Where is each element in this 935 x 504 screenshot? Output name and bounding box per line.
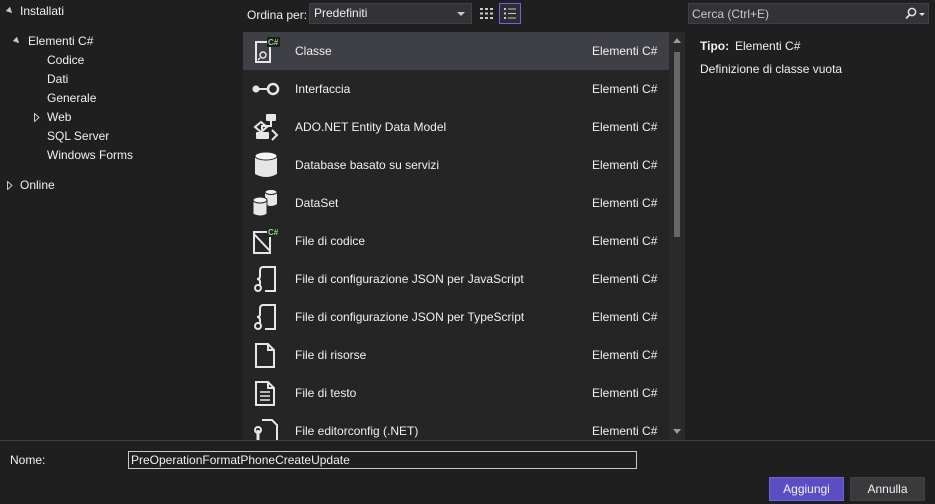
sort-dropdown[interactable]: Predefiniti — [309, 3, 472, 24]
sort-toolbar: Ordina per: Predefiniti — [243, 0, 683, 32]
list-view-icon — [504, 8, 516, 19]
item-category: Elementi C# — [592, 386, 658, 400]
json-config-icon — [254, 304, 276, 330]
cancel-button[interactable]: Annulla — [850, 477, 925, 501]
search-box — [688, 3, 929, 24]
scrollbar-thumb[interactable] — [674, 52, 680, 237]
tree-node-label: Elementi C# — [28, 34, 94, 48]
item-category: Elementi C# — [592, 272, 658, 286]
item-category: Elementi C# — [592, 310, 658, 324]
tree-node-online[interactable]: Online — [0, 176, 200, 195]
expand-arrow-icon[interactable] — [12, 36, 22, 46]
template-tree: Installati Elementi C# Codice Dati Gener… — [0, 0, 238, 440]
item-name: File di codice — [295, 234, 366, 248]
type-label: Tipo: — [700, 39, 730, 53]
tree-node-label: Windows Forms — [47, 148, 134, 162]
bottom-bar: Nome: Aggiungi Annulla — [0, 440, 935, 504]
grid-view-button[interactable] — [475, 3, 497, 24]
item-name: File editorconfig (.NET) — [295, 424, 419, 438]
item-name: File di configurazione JSON per JavaScri… — [295, 272, 524, 286]
type-value: Elementi C# — [735, 39, 801, 53]
text-file-icon — [255, 381, 275, 406]
scroll-up-icon[interactable] — [673, 38, 681, 43]
item-category: Elementi C# — [592, 348, 658, 362]
item-category: Elementi C# — [592, 120, 658, 134]
dataset-icon — [252, 189, 278, 217]
entity-model-icon — [253, 114, 279, 141]
tree-node-label: Online — [20, 178, 55, 192]
item-name: Classe — [295, 44, 332, 58]
item-category: Elementi C# — [592, 44, 658, 58]
grid-view-icon — [480, 8, 493, 19]
expand-arrow-icon[interactable] — [5, 6, 15, 16]
tree-node-label: Codice — [47, 53, 85, 67]
tree-node-dati[interactable]: Dati — [47, 70, 68, 89]
tree-node-csharp-items[interactable]: Elementi C# — [0, 32, 200, 51]
list-item[interactable]: Database basato su servizi Elementi C# — [243, 146, 669, 184]
item-name: File di testo — [295, 386, 357, 400]
tree-node-label: Generale — [47, 91, 97, 105]
item-name: DataSet — [295, 196, 339, 210]
item-name: Database basato su servizi — [295, 158, 440, 172]
item-category: Elementi C# — [592, 82, 658, 96]
add-button[interactable]: Aggiungi — [769, 477, 844, 501]
item-name: ADO.NET Entity Data Model — [295, 120, 447, 134]
item-category: Elementi C# — [592, 158, 658, 172]
collapsed-arrow-icon[interactable] — [7, 181, 13, 190]
item-name: Interfaccia — [295, 82, 351, 96]
template-list: C# Classe Elementi C# Interfaccia Elemen… — [243, 32, 669, 440]
tree-node-windows-forms[interactable]: Windows Forms — [47, 146, 133, 165]
sort-label: Ordina per: — [247, 8, 308, 22]
list-item[interactable]: File di testo Elementi C# — [243, 374, 669, 412]
collapsed-arrow-icon[interactable] — [34, 113, 40, 122]
code-file-icon: C# — [253, 227, 280, 254]
list-item[interactable]: DataSet Elementi C# — [243, 184, 669, 222]
list-item[interactable]: C# File di codice Elementi C# — [243, 222, 669, 260]
resource-file-icon — [255, 343, 275, 368]
tree-node-codice[interactable]: Codice — [47, 51, 84, 70]
tree-node-label: SQL Server — [47, 129, 110, 143]
tree-node-installed[interactable]: Installati — [0, 2, 200, 21]
tree-node-label: Installati — [20, 4, 65, 18]
class-file-icon: C# — [255, 37, 280, 63]
json-config-icon — [254, 266, 276, 292]
list-item[interactable]: File di configurazione JSON per TypeScri… — [243, 298, 669, 336]
list-item[interactable]: File di risorse Elementi C# — [243, 336, 669, 374]
tree-node-generale[interactable]: Generale — [47, 89, 96, 108]
item-name: File di configurazione JSON per TypeScri… — [295, 310, 525, 324]
item-category: Elementi C# — [592, 196, 658, 210]
details-panel: Tipo: Elementi C# Definizione di classe … — [686, 32, 935, 440]
tree-node-label: Dati — [47, 72, 69, 86]
name-label: Nome: — [10, 453, 46, 467]
list-item[interactable]: C# Classe Elementi C# — [243, 32, 669, 70]
editorconfig-icon — [254, 419, 278, 440]
list-item[interactable]: File editorconfig (.NET) Elementi C# — [243, 412, 669, 440]
list-scrollbar[interactable] — [669, 32, 685, 440]
name-input[interactable] — [128, 451, 637, 469]
list-item[interactable]: ADO.NET Entity Data Model Elementi C# — [243, 108, 669, 146]
tree-node-web[interactable]: Web — [0, 108, 200, 127]
scroll-down-icon[interactable] — [673, 429, 681, 434]
interface-icon — [252, 82, 280, 96]
chevron-down-icon — [457, 12, 465, 16]
item-category: Elementi C# — [592, 234, 658, 248]
svg-text:C#: C# — [268, 228, 279, 237]
item-category: Elementi C# — [592, 424, 658, 438]
template-description: Definizione di classe vuota — [700, 62, 843, 76]
search-icon[interactable] — [904, 7, 926, 21]
list-item[interactable]: File di configurazione JSON per JavaScri… — [243, 260, 669, 298]
svg-text:C#: C# — [268, 38, 279, 47]
sort-selected-value: Predefiniti — [314, 6, 368, 20]
tree-node-label: Web — [47, 110, 72, 124]
tree-node-sql-server[interactable]: SQL Server — [47, 127, 109, 146]
list-item[interactable]: Interfaccia Elementi C# — [243, 70, 669, 108]
item-name: File di risorse — [295, 348, 367, 362]
search-input[interactable] — [689, 4, 899, 23]
database-icon — [254, 151, 278, 177]
list-view-button[interactable] — [499, 3, 521, 24]
